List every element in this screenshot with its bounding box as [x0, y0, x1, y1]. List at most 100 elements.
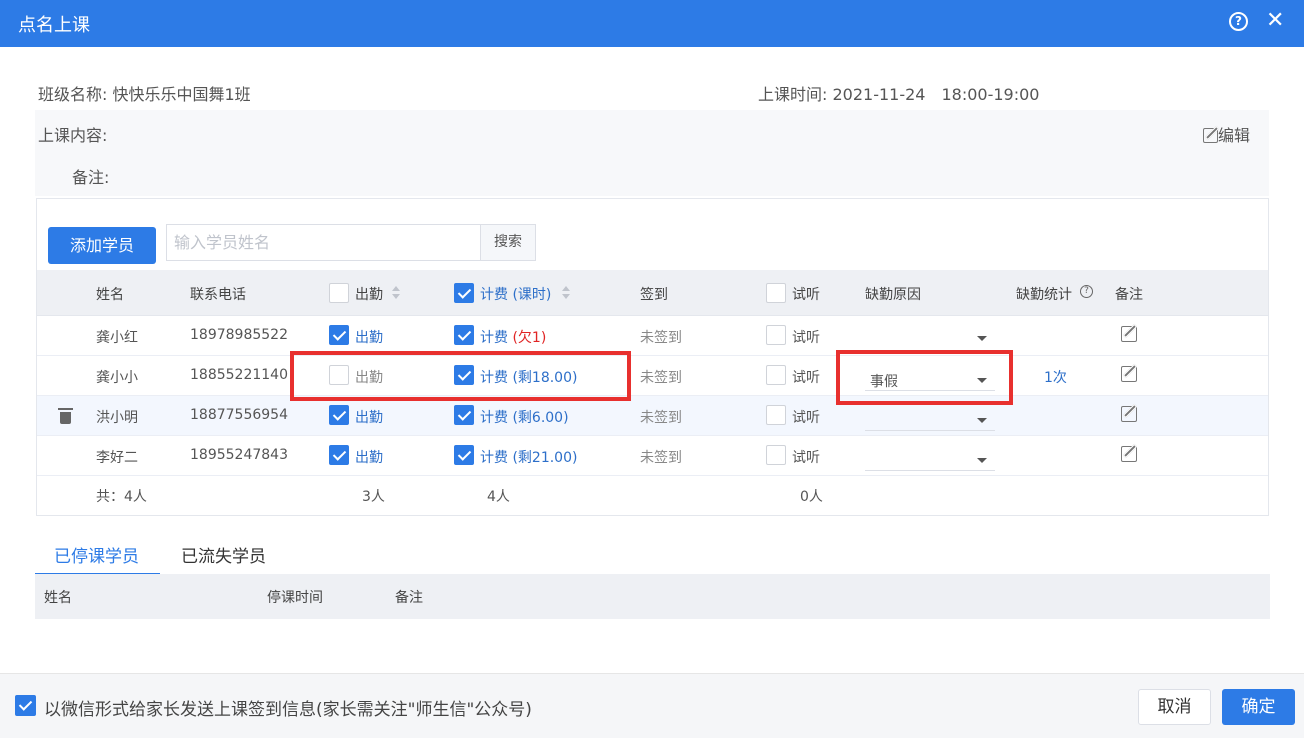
- attend-label: 出勤: [355, 450, 383, 466]
- summary-trial: 0人: [800, 489, 823, 505]
- header-signin: 签到: [640, 287, 668, 303]
- cancel-button[interactable]: 取消: [1138, 689, 1211, 725]
- trial-checkbox[interactable]: [766, 325, 786, 345]
- sort-icon[interactable]: [562, 286, 570, 300]
- class-info: 班级名称: 快快乐乐中国舞1班: [38, 81, 251, 105]
- header-note: 备注: [1115, 287, 1143, 303]
- trial-label: 试听: [792, 450, 820, 466]
- header-name: 姓名: [96, 287, 124, 303]
- charge-checkbox[interactable]: [454, 325, 474, 345]
- suspended-table-header: 姓名 停课时间 备注: [35, 574, 1270, 619]
- edit-content-button[interactable]: 编辑: [1203, 122, 1250, 146]
- class-time-value: 2021-11-24 18:00-19:00: [832, 85, 1040, 104]
- charge-all-checkbox[interactable]: [454, 283, 474, 303]
- trial-checkbox[interactable]: [766, 445, 786, 465]
- trial-checkbox[interactable]: [766, 365, 786, 385]
- trial-label: 试听: [792, 330, 820, 346]
- class-name-value: 快快乐乐中国舞1班: [112, 85, 251, 104]
- table-row: 龚小红 18978985522 出勤 计费 (欠1) 未签到 试听: [37, 316, 1268, 356]
- caret-down-icon: [977, 458, 987, 463]
- attend-all-checkbox[interactable]: [329, 283, 349, 303]
- caret-down-icon: [977, 336, 987, 341]
- charge-label: 计费 (剩21.00): [480, 450, 578, 466]
- table-row: 龚小小 18855221140 出勤 计费 (剩18.00) 未签到 试听 事假…: [37, 356, 1268, 396]
- charge-checkbox[interactable]: [454, 405, 474, 425]
- wechat-notify-checkbox[interactable]: [15, 695, 36, 716]
- attend-label: 出勤: [355, 410, 383, 426]
- highlight-box-attendance: [290, 351, 631, 401]
- tab-suspended[interactable]: 已停课学员: [54, 542, 139, 567]
- header-note: 备注: [395, 590, 423, 606]
- absence-count-link[interactable]: 1次: [1044, 367, 1067, 387]
- wechat-notify-label: 以微信形式给家长发送上课签到信息(家长需关注"师生信"公众号): [44, 700, 532, 720]
- charge-checkbox[interactable]: [454, 445, 474, 465]
- attend-checkbox[interactable]: [329, 325, 349, 345]
- edit-note-icon[interactable]: [1121, 326, 1137, 342]
- student-name: 洪小明: [96, 410, 138, 426]
- absence-reason-select[interactable]: [865, 441, 995, 471]
- summary-attend: 3人: [362, 489, 385, 505]
- signin-status: 未签到: [640, 410, 682, 426]
- tab-lost[interactable]: 已流失学员: [181, 542, 266, 567]
- absence-reason-select[interactable]: [865, 401, 995, 431]
- dialog-title: 点名上课: [18, 15, 90, 36]
- student-name: 龚小红: [96, 330, 138, 346]
- question-circle-icon[interactable]: ?: [1229, 12, 1248, 31]
- caret-down-icon: [977, 418, 987, 423]
- class-time: 上课时间: 2021-11-24 18:00-19:00: [758, 81, 1039, 105]
- dialog-titlebar: 点名上课 ? ✕: [0, 0, 1304, 47]
- header-phone: 联系电话: [190, 287, 246, 303]
- table-row: 李好二 18955247843 出勤 计费 (剩21.00) 未签到 试听: [37, 436, 1268, 476]
- edit-label: 编辑: [1218, 126, 1251, 145]
- highlight-box-reason: [836, 350, 1013, 405]
- trial-label: 试听: [792, 370, 820, 386]
- class-time-label: 上课时间:: [758, 85, 828, 104]
- confirm-button[interactable]: 确定: [1222, 689, 1295, 725]
- class-content-box: [35, 110, 1269, 196]
- attend-checkbox[interactable]: [329, 445, 349, 465]
- dialog-footer: 以微信形式给家长发送上课签到信息(家长需关注"师生信"公众号) 取消 确定: [0, 673, 1304, 738]
- header-charge: 计费 (课时): [480, 287, 552, 303]
- table-header: 姓名 联系电话 出勤 计费 (课时) 签到 试听 缺勤原因 缺勤统计 ? 备注: [37, 270, 1268, 316]
- student-phone: 18855221140: [190, 367, 288, 383]
- header-suspend-time: 停课时间: [267, 590, 323, 606]
- trial-label: 试听: [792, 410, 820, 426]
- question-circle-icon[interactable]: ?: [1080, 285, 1093, 298]
- note-label: 备注:: [72, 168, 110, 187]
- header-reason: 缺勤原因: [865, 287, 921, 303]
- student-phone: 18955247843: [190, 447, 288, 463]
- edit-icon: [1203, 128, 1218, 143]
- header-attend: 出勤: [355, 287, 383, 303]
- charge-label: 计费 (剩6.00): [480, 410, 569, 426]
- sort-icon[interactable]: [392, 286, 400, 300]
- header-stats: 缺勤统计: [1016, 287, 1072, 303]
- class-name-label: 班级名称:: [38, 85, 108, 104]
- signin-status: 未签到: [640, 370, 682, 386]
- header-trial: 试听: [792, 287, 820, 303]
- edit-note-icon[interactable]: [1121, 366, 1137, 382]
- charge-label: 计费 (欠1): [480, 330, 547, 346]
- trash-icon[interactable]: [58, 408, 73, 424]
- trial-all-checkbox[interactable]: [766, 283, 786, 303]
- student-phone: 18978985522: [190, 327, 288, 343]
- close-icon[interactable]: ✕: [1266, 8, 1284, 34]
- table-row: 洪小明 18877556954 出勤 计费 (剩6.00) 未签到 试听: [37, 396, 1268, 436]
- trial-checkbox[interactable]: [766, 405, 786, 425]
- student-phone: 18877556954: [190, 407, 288, 423]
- edit-note-icon[interactable]: [1121, 446, 1137, 462]
- signin-status: 未签到: [640, 330, 682, 346]
- header-name: 姓名: [44, 590, 72, 606]
- signin-status: 未签到: [640, 450, 682, 466]
- summary-charge: 4人: [487, 489, 510, 505]
- attend-checkbox[interactable]: [329, 405, 349, 425]
- summary-total: 共：4人: [96, 489, 147, 505]
- edit-note-icon[interactable]: [1121, 406, 1137, 422]
- add-student-button[interactable]: 添加学员: [48, 227, 156, 264]
- attend-label: 出勤: [355, 330, 383, 346]
- absence-reason-select[interactable]: [865, 319, 995, 349]
- student-search-input[interactable]: [166, 224, 480, 261]
- content-label: 上课内容:: [38, 126, 108, 145]
- student-name: 李好二: [96, 450, 138, 466]
- search-button[interactable]: 搜索: [480, 224, 536, 261]
- student-name: 龚小小: [96, 370, 138, 386]
